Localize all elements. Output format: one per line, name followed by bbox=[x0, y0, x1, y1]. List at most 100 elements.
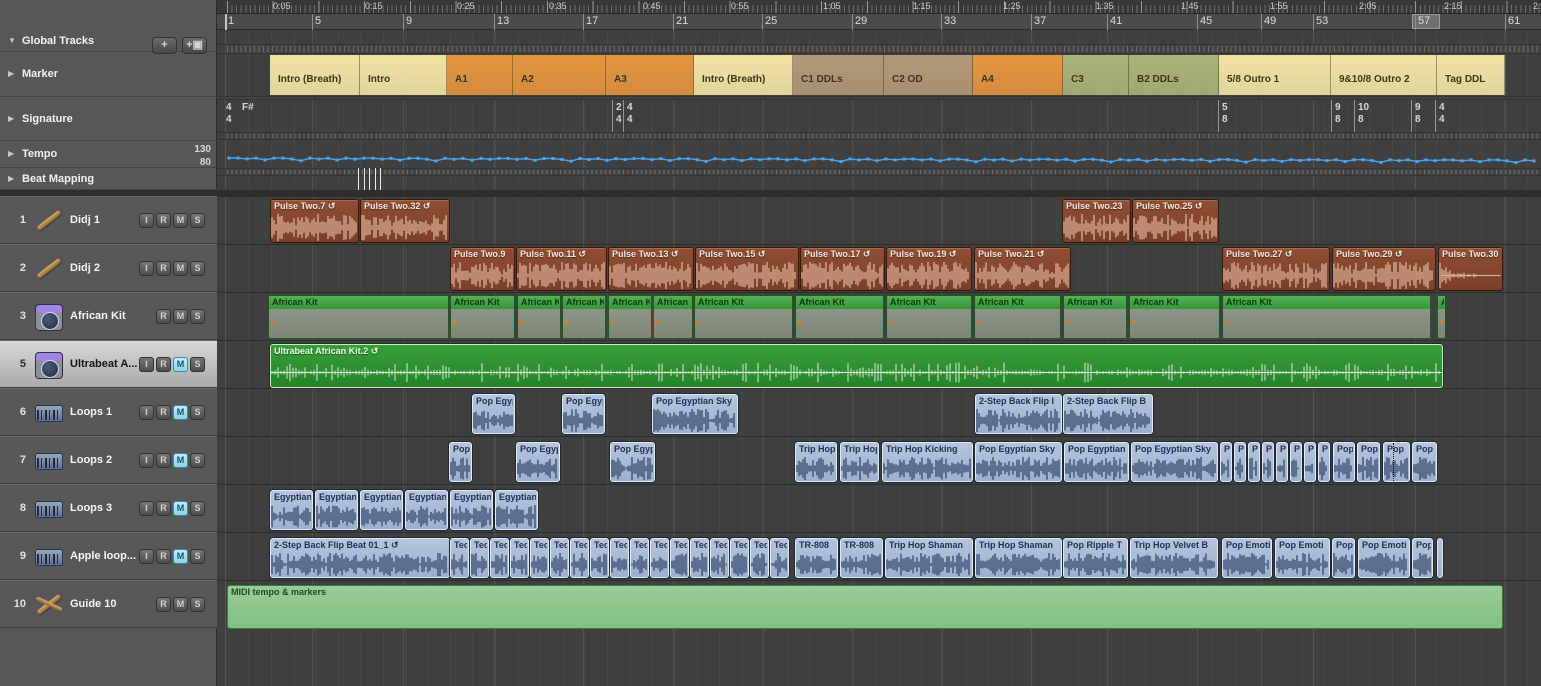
track-name[interactable]: Ultrabeat A... bbox=[70, 341, 137, 387]
region[interactable]: Egyptian bbox=[270, 490, 313, 530]
beat-mapping-tick[interactable] bbox=[375, 168, 376, 190]
input-monitor-button[interactable]: I bbox=[139, 405, 154, 420]
region[interactable]: Tec bbox=[670, 538, 689, 578]
record-enable-button[interactable]: R bbox=[156, 549, 171, 564]
input-monitor-button[interactable]: I bbox=[139, 261, 154, 276]
track-header-didj-1[interactable]: 1Didj 1IRMS bbox=[0, 196, 217, 244]
region[interactable]: Pulse Two.27 ↺ bbox=[1222, 247, 1330, 291]
marker-region[interactable]: A2 bbox=[513, 55, 606, 95]
region[interactable]: Tec bbox=[690, 538, 709, 578]
marker-region[interactable]: Intro (Breath) bbox=[270, 55, 360, 95]
region[interactable]: MIDI tempo & markers bbox=[227, 585, 1503, 629]
mute-button[interactable]: M bbox=[173, 213, 188, 228]
region[interactable]: Pulse Two.7 ↺ bbox=[270, 199, 359, 243]
beat-mapping-band[interactable] bbox=[217, 176, 1541, 190]
region[interactable]: Egyptian bbox=[495, 490, 538, 530]
region[interactable]: African Kit bbox=[974, 295, 1061, 339]
region[interactable]: Trip Hop Velvet B bbox=[1130, 538, 1218, 578]
marker-region[interactable]: Intro bbox=[360, 55, 447, 95]
time-ruler[interactable]: 0:050:150:250:350:450:551:051:151:251:35… bbox=[217, 0, 1541, 14]
mute-button[interactable]: M bbox=[173, 597, 188, 612]
beat-mapping-track-header[interactable]: ▶ Beat Mapping bbox=[0, 168, 217, 190]
track-name[interactable]: African Kit bbox=[70, 293, 126, 339]
track-name[interactable]: Guide 10 bbox=[70, 581, 116, 627]
region[interactable]: Pop bbox=[1333, 442, 1355, 482]
time-signature[interactable]: 5 8 bbox=[1222, 102, 1228, 126]
marker-region[interactable]: Tag DDL bbox=[1437, 55, 1505, 95]
region[interactable]: Pop Egyptian Sky bbox=[1131, 442, 1218, 482]
solo-button[interactable]: S bbox=[190, 213, 205, 228]
solo-button[interactable]: S bbox=[190, 453, 205, 468]
track-lane-3[interactable]: African KitAfrican KitAfrican KitAfrican… bbox=[217, 292, 1541, 340]
marker-track-header[interactable]: ▶ Marker bbox=[0, 52, 217, 97]
region[interactable]: African Kit bbox=[795, 295, 884, 339]
input-monitor-button[interactable]: I bbox=[139, 501, 154, 516]
region[interactable]: Trip Hop Shaman bbox=[975, 538, 1062, 578]
region[interactable]: Pop Egyptian Sky bbox=[562, 394, 605, 434]
region[interactable]: African Kit bbox=[562, 295, 606, 339]
record-enable-button[interactable]: R bbox=[156, 453, 171, 468]
region[interactable]: Pop Egyptian Sky bbox=[975, 442, 1062, 482]
region[interactable]: Pulse Two.17 ↺ bbox=[800, 247, 885, 291]
track-header-loops-3[interactable]: 8Loops 3IRMS bbox=[0, 484, 217, 532]
track-header-apple-loop[interactable]: 9Apple loop...IRMS bbox=[0, 532, 217, 580]
solo-button[interactable]: S bbox=[190, 261, 205, 276]
tempo-curve[interactable] bbox=[217, 141, 1541, 167]
region[interactable]: P bbox=[1234, 442, 1246, 482]
region[interactable]: Tec bbox=[510, 538, 529, 578]
time-signature[interactable]: 4 4 bbox=[627, 102, 633, 126]
region[interactable]: Pop Egyptian Sky bbox=[449, 442, 472, 482]
track-header-ultrabeat-a[interactable]: 5Ultrabeat A...IRMS bbox=[0, 340, 217, 388]
marker-region[interactable]: B2 DDLs bbox=[1129, 55, 1219, 95]
mute-button[interactable]: M bbox=[173, 501, 188, 516]
track-lane-8[interactable]: EgyptianEgyptianEgyptianEgyptianEgyptian… bbox=[217, 484, 1541, 532]
marker-region[interactable]: C3 bbox=[1063, 55, 1129, 95]
record-enable-button[interactable]: R bbox=[156, 501, 171, 516]
region[interactable]: Tec bbox=[730, 538, 749, 578]
track-header-didj-2[interactable]: 2Didj 2IRMS bbox=[0, 244, 217, 292]
region[interactable]: Pulse Two.23 bbox=[1062, 199, 1131, 243]
input-monitor-button[interactable]: I bbox=[139, 549, 154, 564]
region[interactable]: 2-Step Back Flip I bbox=[975, 394, 1062, 434]
record-enable-button[interactable]: R bbox=[156, 261, 171, 276]
region[interactable]: Egyptian bbox=[360, 490, 403, 530]
disclosure-triangle-icon[interactable]: ▶ bbox=[8, 174, 14, 183]
region[interactable]: TR-808 bbox=[795, 538, 838, 578]
marker-region[interactable]: C1 DDLs bbox=[793, 55, 884, 95]
region[interactable]: 2-Step Back Flip B bbox=[1063, 394, 1153, 434]
region[interactable]: P bbox=[1276, 442, 1288, 482]
region[interactable]: Trip Hop Shaman bbox=[885, 538, 973, 578]
marker-region[interactable]: 9&10/8 Outro 2 bbox=[1331, 55, 1437, 95]
disclosure-triangle-icon[interactable]: ▼ bbox=[8, 36, 16, 45]
solo-button[interactable]: S bbox=[190, 549, 205, 564]
tempo-band[interactable] bbox=[217, 141, 1541, 167]
region[interactable]: Pop Emoti bbox=[1358, 538, 1410, 578]
mute-button[interactable]: M bbox=[173, 549, 188, 564]
region[interactable]: Pop bbox=[1357, 442, 1380, 482]
region[interactable]: Tec bbox=[770, 538, 789, 578]
region[interactable]: African Kit bbox=[517, 295, 561, 339]
marker-region[interactable]: A3 bbox=[606, 55, 694, 95]
key-signature[interactable]: F# bbox=[242, 102, 254, 113]
disclosure-triangle-icon[interactable]: ▶ bbox=[8, 149, 14, 158]
record-enable-button[interactable]: R bbox=[156, 357, 171, 372]
region[interactable]: Tec bbox=[570, 538, 589, 578]
region[interactable]: Egyptian bbox=[405, 490, 448, 530]
region[interactable]: Pulse Two.13 ↺ bbox=[608, 247, 694, 291]
region[interactable]: Egyptian bbox=[450, 490, 493, 530]
input-monitor-button[interactable]: I bbox=[139, 213, 154, 228]
region[interactable]: Pulse Two.19 ↺ bbox=[886, 247, 972, 291]
region[interactable]: African Kit bbox=[653, 295, 693, 339]
marker-region[interactable]: Intro (Breath) bbox=[694, 55, 793, 95]
record-enable-button[interactable]: R bbox=[156, 597, 171, 612]
region[interactable]: 2-Step Back Flip Beat 01_1 ↺ bbox=[270, 538, 450, 578]
region[interactable]: African Kit bbox=[608, 295, 652, 339]
track-header-african-kit[interactable]: 3African KitRMS bbox=[0, 292, 217, 340]
track-header-loops-2[interactable]: 7Loops 2IRMS bbox=[0, 436, 217, 484]
region[interactable]: P bbox=[1248, 442, 1260, 482]
mute-button[interactable]: M bbox=[173, 453, 188, 468]
region[interactable]: Pop bbox=[1412, 538, 1433, 578]
region[interactable]: African Kit bbox=[1437, 295, 1446, 339]
region[interactable]: Pop Egyptian Sky bbox=[610, 442, 655, 482]
region[interactable]: Pulse Two.30 bbox=[1438, 247, 1503, 291]
